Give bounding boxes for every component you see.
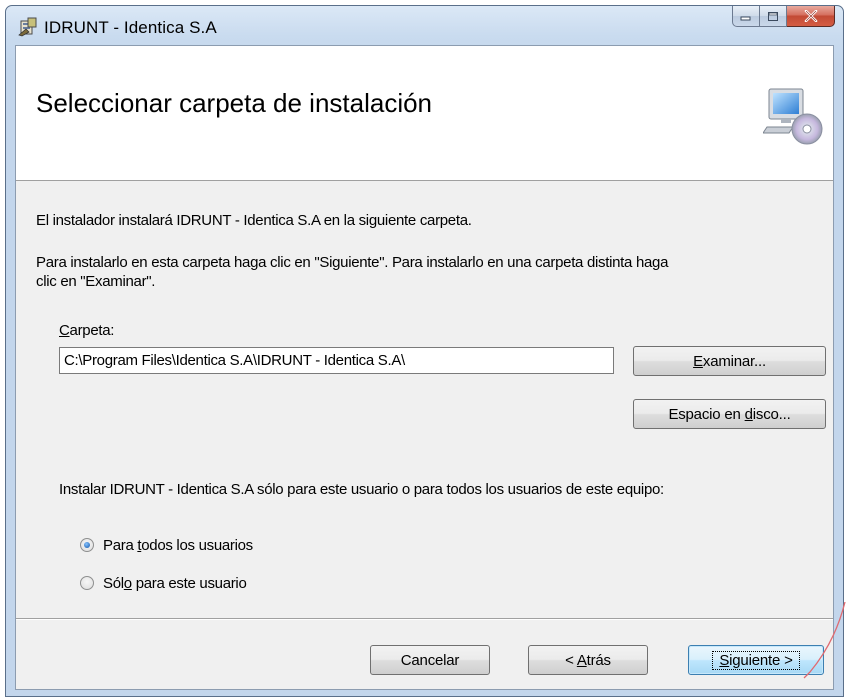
radio-me-post: para este usuario [131,575,247,592]
back-label-pre: < [565,651,577,669]
radio-me-pre: Sól [103,575,124,592]
cancel-button-label: Cancelar [400,651,460,669]
close-button[interactable] [787,6,835,27]
back-accelerator: A [576,651,587,669]
intro-text: El instalador instalará IDRUNT - Identic… [36,212,472,229]
page-title: Seleccionar carpeta de instalación [36,88,433,118]
folder-label-accelerator: C [59,322,70,339]
minimize-button[interactable] [732,6,760,27]
disk-label-pre: Espacio en [668,405,745,423]
window-title: IDRUNT - Identica S.A [44,18,217,37]
title-bar[interactable]: IDRUNT - Identica S.A [6,6,843,44]
install-scope-question: Instalar IDRUNT - Identica S.A sólo para… [59,481,664,498]
folder-path-input[interactable] [59,347,614,374]
back-button-label: < Atrás [565,652,611,669]
instructions-line-1: Para instalarlo en esta carpeta haga cli… [36,254,669,271]
radio-all-post: odos los usuarios [141,537,253,554]
annotation-arrow-line [803,602,846,679]
disk-space-button[interactable]: Espacio en disco... [633,399,826,429]
cancel-button[interactable]: Cancelar [370,645,490,675]
next-button-label: Siguiente > [712,650,800,670]
close-icon [804,10,817,22]
browse-label-rest: xaminar... [702,352,766,370]
browse-button-label: Examinar... [693,353,766,370]
radio-only-me[interactable] [80,576,94,590]
footer-divider-highlight [16,619,833,620]
folder-label: Carpeta: [59,321,114,340]
maximize-button[interactable] [760,6,787,27]
disk-space-button-label: Espacio en disco... [668,406,790,423]
installer-window: IDRUNT - Identica S.A Seleccionar carpet… [5,5,844,697]
radio-all-users[interactable] [80,538,94,552]
disk-accelerator: d [744,405,753,423]
browse-button[interactable]: Examinar... [633,346,826,376]
maximize-icon [768,11,778,21]
folder-label-text: arpeta: [69,322,115,339]
caption-buttons [732,6,835,28]
installer-app-icon [18,17,37,37]
next-label-post: iguiente > [729,651,793,669]
radio-all-pre: Para [103,537,138,554]
radio-me-accelerator: o [123,575,132,592]
radio-only-me-label[interactable]: Sólo para este usuario [103,574,247,593]
minimize-icon [740,16,751,21]
next-accelerator: S [719,651,730,669]
radio-all-users-label[interactable]: Para todos los usuarios [103,536,253,555]
disk-label-post: isco... [752,405,791,423]
computer-cd-icon [763,88,823,145]
back-label-post: trás [586,651,611,669]
header-banner: Seleccionar carpeta de instalación [16,46,833,181]
browse-accelerator: E [693,352,703,370]
back-button[interactable]: < Atrás [528,645,648,675]
instructions-line-2: clic en "Examinar". [36,273,156,290]
dialog-client-area: Seleccionar carpeta de instalación El in… [15,45,834,690]
